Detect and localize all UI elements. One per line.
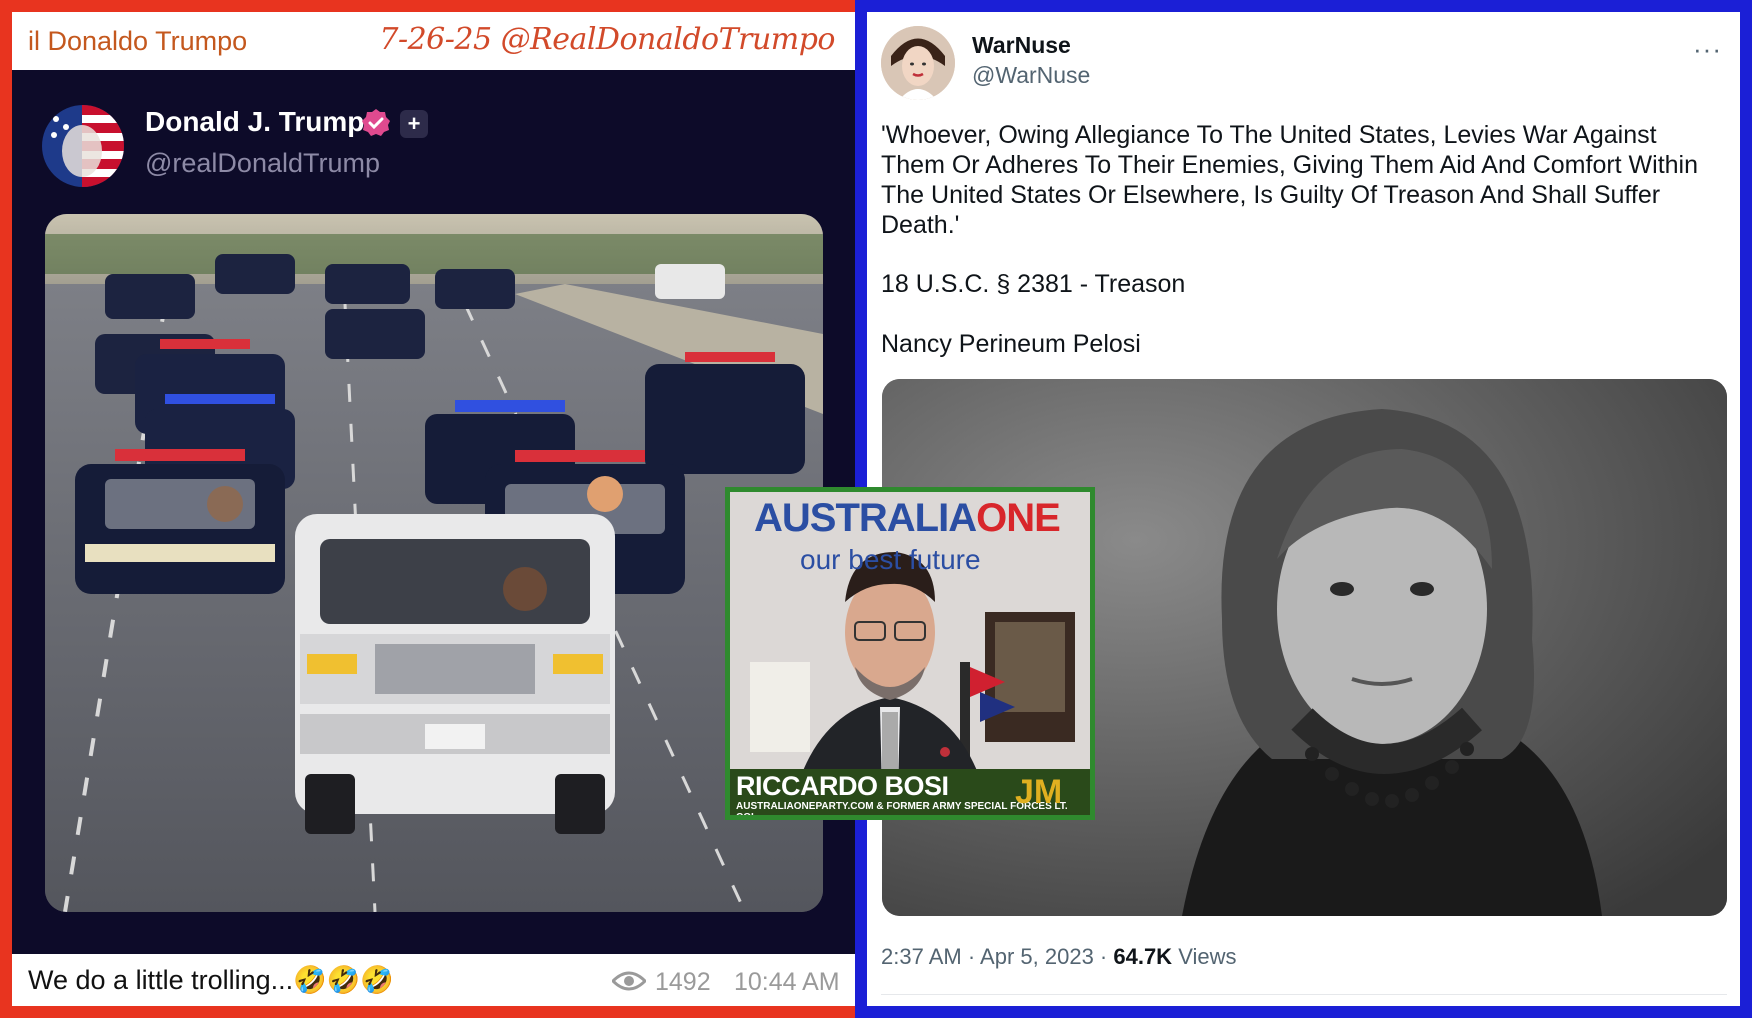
verified-badge-icon [361,108,391,138]
inset-brand-a: AUSTRALIA [754,496,977,540]
date-tag: 7-26-25 @RealDonaldoTrumpo [379,22,835,57]
channel-name[interactable]: il Donaldo Trumpo [28,26,247,57]
tweet-author-name[interactable]: WarNuse [972,32,1071,59]
views-count: 1492 [655,968,711,996]
author-handle[interactable]: @realDonaldTrump [145,148,380,179]
video-inset[interactable]: AUSTRALIAONE our best future RICCARDO BO… [725,487,1095,820]
caption-bar: We do a little trolling...🤣🤣🤣 1492 10:44… [12,954,855,1006]
avatar[interactable] [42,105,124,187]
tweet-timestamp[interactable]: 2:37 AM · Apr 5, 2023 · [881,944,1113,969]
channel-header: il Donaldo Trumpo 7-26-25 @RealDonaldoTr… [12,12,855,70]
post-caption: We do a little trolling...🤣🤣🤣 [28,965,394,995]
plus-icon[interactable]: + [400,110,428,138]
inset-lower-third: RICCARDO BOSI AUSTRALIAONEPARTY.COM & FO… [730,769,1090,815]
inset-speaker-name: RICCARDO BOSI [736,771,949,801]
tweet-statute: 18 U.S.C. § 2381 - Treason [881,270,1186,298]
author-name[interactable]: Donald J. Trump [145,106,364,138]
tweet-views-label: Views [1172,944,1237,969]
tweet-meta: 2:37 AM · Apr 5, 2023 · 64.7K Views [881,944,1236,970]
tweet-signoff: Nancy Perineum Pelosi [881,330,1141,358]
inset-brand-b: ONE [976,496,1061,540]
police-chase-image [45,214,823,912]
tweet-author-handle[interactable]: @WarNuse [972,62,1090,89]
tweet-quote: 'Whoever, Owing Allegiance To The United… [881,121,1699,239]
avatar[interactable] [881,26,955,100]
more-options-icon[interactable]: ··· [1693,34,1722,65]
inset-brand: AUSTRALIAONE [754,496,1061,541]
divider [881,994,1727,995]
post-time: 10:44 AM [734,968,840,996]
inset-tagline: our best future [800,544,981,575]
inset-corner-mark: JM [1015,773,1063,811]
tweet-views-count: 64.7K [1113,944,1173,969]
eye-icon [610,970,648,992]
